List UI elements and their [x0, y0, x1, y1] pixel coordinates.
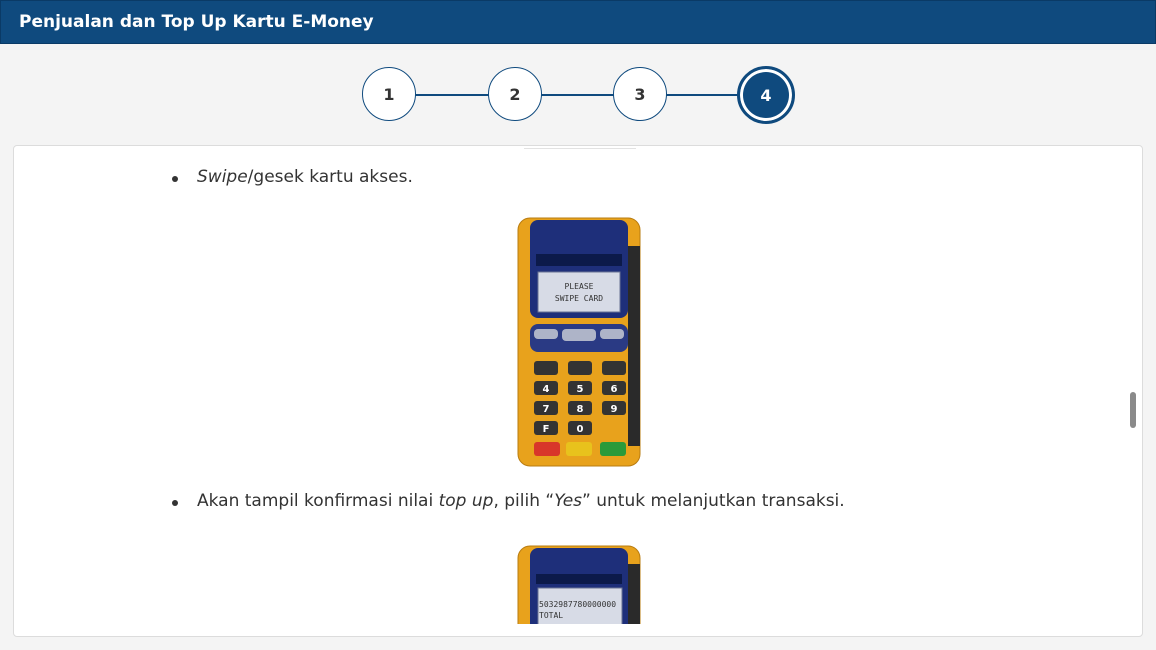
page-title: Penjualan dan Top Up Kartu E-Money — [19, 12, 374, 32]
device-key-label: 8 — [577, 404, 584, 415]
device-screen-line: 5032987780000000 — [539, 600, 616, 609]
edc-device-image: 5032987780000000 TOTAL — [517, 545, 641, 624]
step-label: 1 — [383, 84, 395, 104]
device-key-label: 5 — [577, 384, 584, 395]
bullet-icon — [172, 176, 178, 182]
step-connector — [666, 94, 742, 96]
instruction-item: Swipe/gesek kartu akses. — [172, 167, 413, 187]
progress-stepper: 1 2 3 4 — [361, 66, 797, 124]
device-key-label: 4 — [543, 384, 550, 395]
scrollbar-thumb[interactable] — [1130, 392, 1136, 428]
device-screen-line: PLEASE — [565, 282, 594, 291]
bullet-icon — [172, 500, 178, 506]
instruction-text: Swipe/gesek kartu akses. — [197, 167, 413, 187]
instruction-italic: Swipe — [197, 167, 248, 187]
step-connector — [541, 94, 615, 96]
divider — [524, 148, 636, 149]
device-screen-line: TOTAL — [539, 611, 563, 620]
device-key-label: 6 — [611, 384, 618, 395]
step-4-active[interactable]: 4 — [737, 66, 795, 124]
device-key-label: 7 — [543, 404, 550, 415]
step-3[interactable]: 3 — [613, 67, 667, 121]
step-label: 3 — [634, 84, 646, 104]
instruction-italic: top up — [438, 491, 494, 511]
step-2[interactable]: 2 — [488, 67, 542, 121]
instruction-post: ” untuk melanjutkan transaksi. — [582, 491, 845, 511]
step-connector — [415, 94, 489, 96]
edc-device-image: PLEASE SWIPE CARD 4 5 6 7 8 9 F 0 — [517, 217, 641, 467]
step-label: 2 — [509, 84, 521, 104]
device-key-label: 9 — [611, 404, 618, 415]
instruction-mid: , pilih “ — [493, 491, 555, 511]
device-key-label: F — [543, 424, 550, 435]
instruction-item: Akan tampil konfirmasi nilai top up, pil… — [172, 491, 845, 511]
instruction-text: Akan tampil konfirmasi nilai top up, pil… — [197, 491, 845, 511]
instruction-pre: Akan tampil konfirmasi nilai — [197, 491, 439, 511]
content-panel: Swipe/gesek kartu akses. PLEASE SWIPE CA… — [13, 145, 1143, 637]
device-key-label: 0 — [577, 424, 584, 435]
device-screen-line: SWIPE CARD — [555, 294, 603, 303]
instruction-rest: /gesek kartu akses. — [247, 167, 413, 187]
step-label: 4 — [760, 85, 772, 105]
page-header: Penjualan dan Top Up Kartu E-Money — [0, 0, 1156, 44]
step-1[interactable]: 1 — [362, 67, 416, 121]
instruction-italic: Yes — [554, 491, 583, 511]
